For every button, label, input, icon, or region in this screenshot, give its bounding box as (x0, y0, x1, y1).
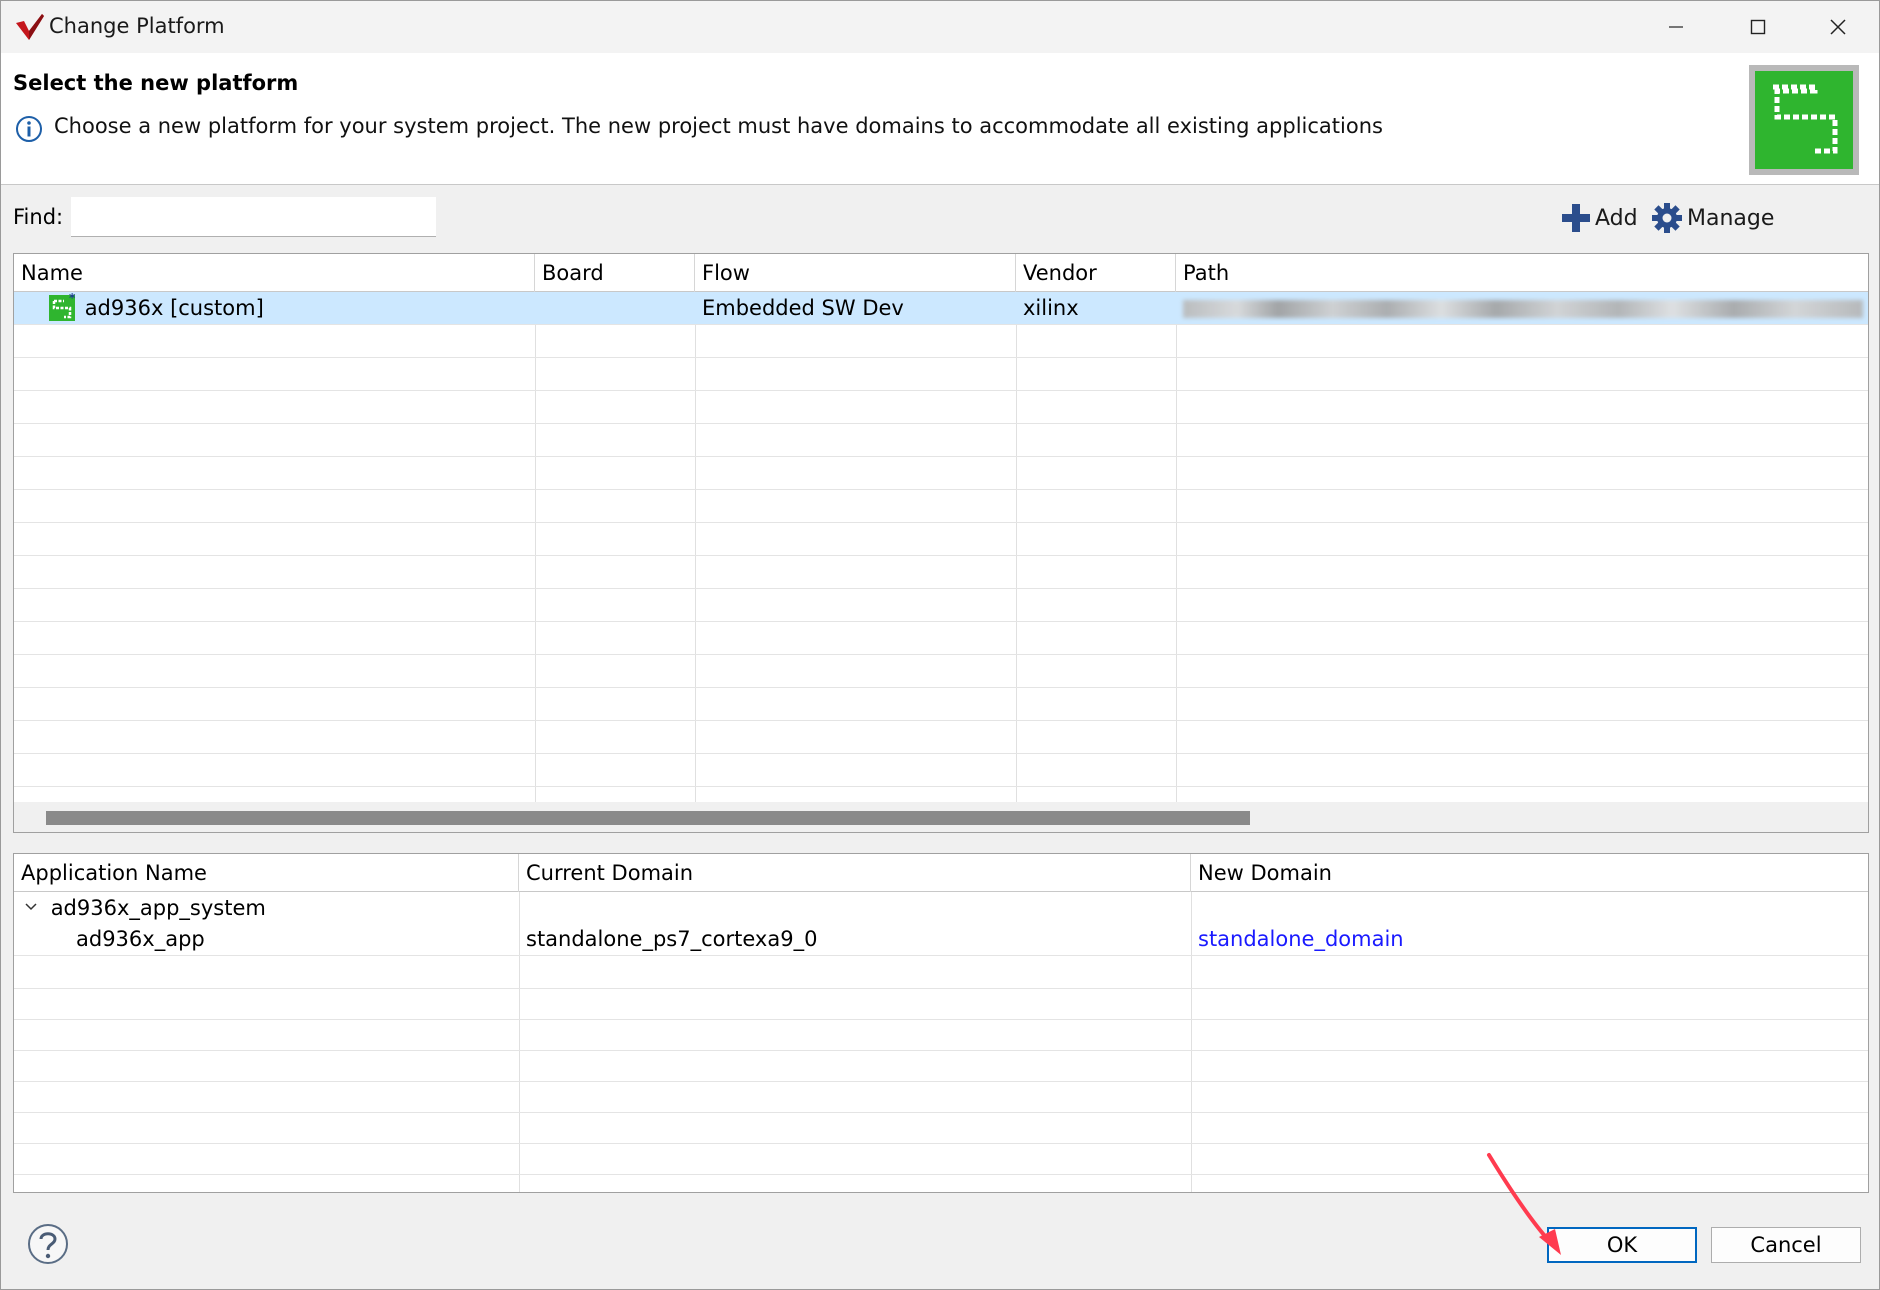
gear-icon (1652, 203, 1682, 233)
platform-table: Name Board Flow Vendor Path * ad936x [cu… (13, 253, 1869, 833)
empty-row (14, 1142, 1868, 1175)
dialog-header: Select the new platform Choose a new pla… (1, 53, 1879, 185)
empty-row (14, 987, 1868, 1020)
app-system-row[interactable]: ad936x_app_system (14, 892, 1868, 923)
platform-icon: * (49, 292, 76, 321)
title-bar: Change Platform (1, 1, 1879, 53)
add-label: Add (1595, 205, 1638, 231)
cancel-button[interactable]: Cancel (1711, 1227, 1861, 1263)
horizontal-scrollbar[interactable] (14, 802, 1868, 832)
window-title: Change Platform (49, 14, 225, 38)
empty-row (14, 754, 1868, 787)
platform-path-blurred (1176, 292, 1868, 325)
close-button[interactable] (1798, 1, 1878, 53)
header-message: Choose a new platform for your system pr… (54, 114, 1383, 138)
column-header-current-domain[interactable]: Current Domain (519, 854, 1191, 892)
column-header-new-domain[interactable]: New Domain (1191, 854, 1868, 892)
empty-row (14, 956, 1868, 989)
help-icon[interactable] (27, 1223, 69, 1265)
manage-label: Manage (1687, 205, 1775, 231)
column-header-path[interactable]: Path (1176, 254, 1868, 292)
vitis-logo-icon (16, 14, 44, 40)
empty-row (14, 556, 1868, 589)
app-current-domain: standalone_ps7_cortexa9_0 (526, 927, 818, 951)
platform-row-selected[interactable]: * ad936x [custom] Embedded SW Dev xilinx (14, 292, 1868, 325)
manage-button[interactable]: Manage (1651, 199, 1774, 237)
platform-vendor: xilinx (1023, 296, 1079, 320)
maximize-button[interactable] (1718, 1, 1798, 53)
plus-icon (1562, 204, 1590, 232)
minimize-button[interactable] (1636, 1, 1716, 53)
platform-logo-icon (1749, 65, 1859, 175)
info-icon (16, 116, 42, 142)
empty-row (14, 1049, 1868, 1082)
empty-row (14, 424, 1868, 457)
empty-row (14, 655, 1868, 688)
scrollbar-thumb[interactable] (46, 811, 1250, 825)
app-row[interactable]: ad936x_app standalone_ps7_cortexa9_0 sta… (14, 923, 1868, 956)
close-icon (1830, 19, 1846, 35)
empty-row (14, 490, 1868, 523)
empty-row (14, 391, 1868, 424)
column-header-name[interactable]: Name (14, 254, 535, 292)
platform-table-header: Name Board Flow Vendor Path (14, 254, 1868, 292)
empty-row (14, 1018, 1868, 1051)
empty-row (14, 358, 1868, 391)
column-header-board[interactable]: Board (535, 254, 695, 292)
application-table: Application Name Current Domain New Doma… (13, 853, 1869, 1193)
header-title: Select the new platform (13, 71, 299, 95)
new-domain-link[interactable]: standalone_domain (1191, 923, 1868, 956)
empty-row (14, 523, 1868, 556)
annotation-arrow-icon (1487, 1153, 1561, 1255)
maximize-icon (1750, 19, 1766, 35)
application-table-header: Application Name Current Domain New Doma… (14, 854, 1868, 892)
platform-flow: Embedded SW Dev (702, 296, 904, 320)
minimize-icon (1669, 26, 1683, 28)
column-header-application-name[interactable]: Application Name (14, 854, 519, 892)
platform-name: ad936x [custom] (84, 296, 264, 320)
empty-row (14, 325, 1868, 358)
column-header-vendor[interactable]: Vendor (1016, 254, 1176, 292)
chevron-down-icon[interactable] (24, 900, 38, 914)
empty-row (14, 457, 1868, 490)
app-name: ad936x_app (76, 927, 205, 951)
column-header-flow[interactable]: Flow (695, 254, 1016, 292)
app-system-name: ad936x_app_system (50, 896, 266, 920)
find-input[interactable] (71, 197, 436, 237)
svg-text:*: * (69, 292, 76, 305)
empty-row (14, 589, 1868, 622)
add-button[interactable]: Add (1561, 199, 1638, 237)
platform-board (535, 292, 695, 325)
empty-row (14, 1080, 1868, 1113)
empty-row (14, 622, 1868, 655)
change-platform-dialog: Change Platform Select the new platform … (0, 0, 1880, 1290)
empty-row (14, 688, 1868, 721)
empty-row (14, 1111, 1868, 1144)
find-label: Find: (13, 205, 64, 229)
empty-row (14, 721, 1868, 754)
